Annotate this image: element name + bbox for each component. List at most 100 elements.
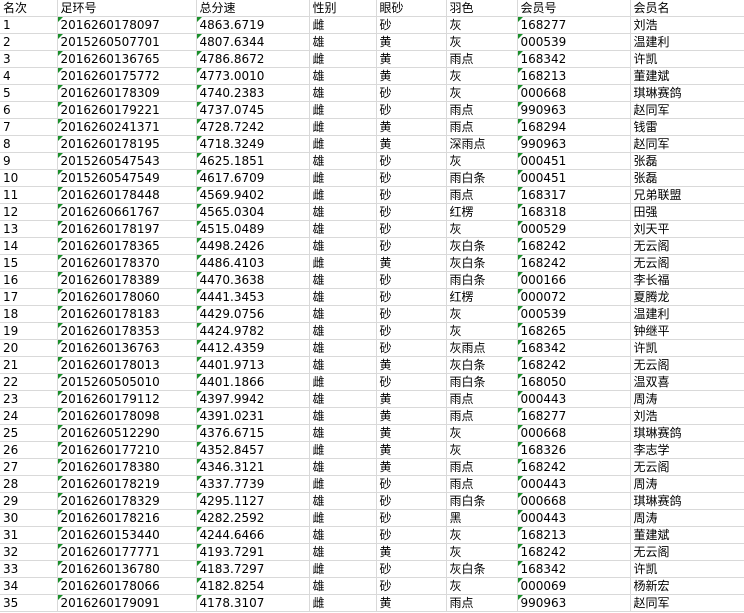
cell-eye-sand[interactable]: 砂 [376,271,447,289]
cell-sex[interactable]: 雌 [309,509,377,527]
cell-member-id[interactable]: 000539 [517,305,631,323]
cell-total-speed[interactable]: 4193.7291 [196,543,310,561]
cell-member-name[interactable]: 刘浩 [630,407,744,425]
cell-rank[interactable]: 12 [0,203,58,221]
cell-sex[interactable]: 雄 [309,84,377,102]
cell-sex[interactable]: 雄 [309,356,377,374]
cell-total-speed[interactable]: 4346.3121 [196,458,310,476]
cell-feather-color[interactable]: 雨白条 [446,271,518,289]
cell-member-id[interactable]: 000539 [517,33,631,51]
cell-total-speed[interactable]: 4337.7739 [196,475,310,493]
cell-member-name[interactable]: 刘浩 [630,16,744,34]
cell-member-name[interactable]: 董建斌 [630,526,744,544]
cell-ring-number[interactable]: 2015260547549 [57,169,197,187]
cell-total-speed[interactable]: 4515.0489 [196,220,310,238]
cell-eye-sand[interactable]: 砂 [376,203,447,221]
cell-rank[interactable]: 32 [0,543,58,561]
cell-total-speed[interactable]: 4728.7242 [196,118,310,136]
cell-eye-sand[interactable]: 黄 [376,50,447,68]
cell-sex[interactable]: 雌 [309,118,377,136]
cell-eye-sand[interactable]: 砂 [376,84,447,102]
cell-member-id[interactable]: 990963 [517,101,631,119]
cell-ring-number[interactable]: 2016260241371 [57,118,197,136]
cell-sex[interactable]: 雌 [309,135,377,153]
cell-member-id[interactable]: 168277 [517,16,631,34]
cell-total-speed[interactable]: 4617.6709 [196,169,310,187]
cell-eye-sand[interactable]: 砂 [376,288,447,306]
cell-member-name[interactable]: 无云阁 [630,458,744,476]
cell-member-name[interactable]: 张磊 [630,152,744,170]
cell-total-speed[interactable]: 4352.8457 [196,441,310,459]
cell-sex[interactable]: 雄 [309,67,377,85]
cell-feather-color[interactable]: 灰 [446,577,518,595]
header-rank[interactable]: 名次 [0,0,58,17]
cell-eye-sand[interactable]: 黄 [376,356,447,374]
cell-feather-color[interactable]: 雨白条 [446,373,518,391]
cell-sex[interactable]: 雌 [309,560,377,578]
cell-feather-color[interactable]: 灰 [446,84,518,102]
cell-ring-number[interactable]: 2016260178195 [57,135,197,153]
cell-total-speed[interactable]: 4498.2426 [196,237,310,255]
cell-rank[interactable]: 23 [0,390,58,408]
cell-member-id[interactable]: 168326 [517,441,631,459]
cell-feather-color[interactable]: 灰 [446,33,518,51]
cell-sex[interactable]: 雌 [309,254,377,272]
cell-sex[interactable]: 雌 [309,441,377,459]
cell-total-speed[interactable]: 4397.9942 [196,390,310,408]
cell-member-id[interactable]: 000166 [517,271,631,289]
cell-eye-sand[interactable]: 黄 [376,67,447,85]
cell-total-speed[interactable]: 4740.2383 [196,84,310,102]
cell-member-id[interactable]: 168265 [517,322,631,340]
cell-total-speed[interactable]: 4178.3107 [196,594,310,612]
cell-rank[interactable]: 8 [0,135,58,153]
cell-feather-color[interactable]: 雨点 [446,458,518,476]
cell-sex[interactable]: 雄 [309,152,377,170]
cell-feather-color[interactable]: 雨白条 [446,492,518,510]
cell-total-speed[interactable]: 4182.8254 [196,577,310,595]
cell-total-speed[interactable]: 4244.6466 [196,526,310,544]
cell-rank[interactable]: 34 [0,577,58,595]
cell-rank[interactable]: 26 [0,441,58,459]
cell-total-speed[interactable]: 4625.1851 [196,152,310,170]
cell-total-speed[interactable]: 4441.3453 [196,288,310,306]
cell-member-id[interactable]: 000069 [517,577,631,595]
cell-sex[interactable]: 雄 [309,288,377,306]
cell-member-id[interactable]: 990963 [517,135,631,153]
cell-ring-number[interactable]: 2016260178219 [57,475,197,493]
cell-total-speed[interactable]: 4486.4103 [196,254,310,272]
header-feather-color[interactable]: 羽色 [446,0,518,17]
cell-eye-sand[interactable]: 砂 [376,475,447,493]
cell-ring-number[interactable]: 2015260507701 [57,33,197,51]
cell-total-speed[interactable]: 4863.6719 [196,16,310,34]
cell-feather-color[interactable]: 灰 [446,526,518,544]
cell-sex[interactable]: 雄 [309,339,377,357]
cell-sex[interactable]: 雌 [309,16,377,34]
cell-eye-sand[interactable]: 砂 [376,152,447,170]
cell-feather-color[interactable]: 雨点 [446,407,518,425]
cell-member-id[interactable]: 168342 [517,50,631,68]
cell-member-name[interactable]: 许凯 [630,50,744,68]
cell-rank[interactable]: 24 [0,407,58,425]
cell-member-name[interactable]: 无云阁 [630,254,744,272]
cell-total-speed[interactable]: 4786.8672 [196,50,310,68]
cell-member-name[interactable]: 温建利 [630,33,744,51]
cell-total-speed[interactable]: 4718.3249 [196,135,310,153]
cell-member-name[interactable]: 田强 [630,203,744,221]
cell-rank[interactable]: 14 [0,237,58,255]
cell-sex[interactable]: 雄 [309,458,377,476]
cell-rank[interactable]: 18 [0,305,58,323]
cell-feather-color[interactable]: 灰 [446,152,518,170]
cell-sex[interactable]: 雄 [309,322,377,340]
cell-rank[interactable]: 19 [0,322,58,340]
cell-member-name[interactable]: 夏腾龙 [630,288,744,306]
cell-sex[interactable]: 雌 [309,50,377,68]
cell-sex[interactable]: 雄 [309,390,377,408]
cell-member-name[interactable]: 董建斌 [630,67,744,85]
cell-total-speed[interactable]: 4401.9713 [196,356,310,374]
cell-rank[interactable]: 31 [0,526,58,544]
cell-eye-sand[interactable]: 砂 [376,101,447,119]
cell-member-id[interactable]: 000443 [517,475,631,493]
cell-feather-color[interactable]: 灰 [446,16,518,34]
cell-feather-color[interactable]: 灰 [446,441,518,459]
cell-total-speed[interactable]: 4569.9402 [196,186,310,204]
